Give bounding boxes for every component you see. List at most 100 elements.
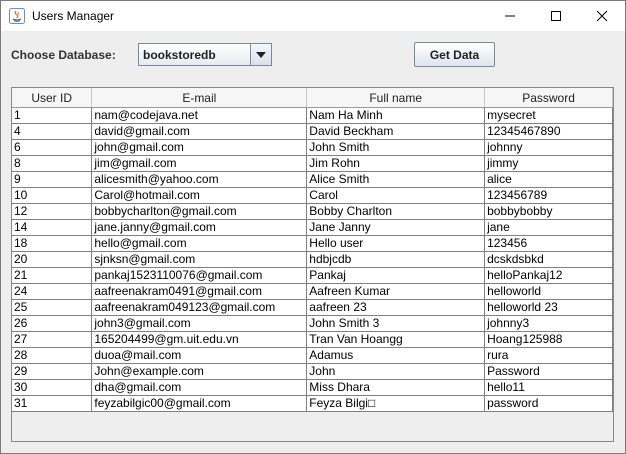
cell-password[interactable]: johnny3	[484, 315, 613, 332]
cell-user-id[interactable]: 31	[12, 395, 93, 412]
table-row[interactable]: 8 jim@gmail.com Jim Rohn jimmy	[12, 155, 613, 172]
cell-email[interactable]: feyzabilgic00@gmail.com	[91, 395, 308, 412]
cell-password[interactable]: helloworld 23	[484, 299, 613, 316]
cell-email[interactable]: john@gmail.com	[91, 139, 308, 156]
cell-user-id[interactable]: 12	[12, 203, 93, 220]
cell-user-id[interactable]: 9	[12, 171, 93, 188]
column-header-email[interactable]: E-mail	[91, 88, 308, 108]
users-table-scrollpane[interactable]: User ID E-mail Full name Password 1 nam@c…	[11, 87, 614, 442]
table-row[interactable]: 14 jane.janny@gmail.com Jane Janny jane	[12, 219, 613, 236]
cell-password[interactable]: 123456	[484, 235, 613, 252]
cell-email[interactable]: alicesmith@yahoo.com	[91, 171, 308, 188]
cell-user-id[interactable]: 26	[12, 315, 93, 332]
cell-email[interactable]: john3@gmail.com	[91, 315, 308, 332]
table-row[interactable]: 20 sjnksn@gmail.com hdbjcdb dcskdsbkd	[12, 251, 613, 268]
table-row[interactable]: 6 john@gmail.com John Smith johnny	[12, 139, 613, 156]
cell-email[interactable]: bobbycharlton@gmail.com	[91, 203, 308, 220]
cell-user-id[interactable]: 28	[12, 347, 93, 364]
cell-password[interactable]: helloPankaj12	[484, 267, 613, 284]
maximize-button[interactable]	[533, 1, 579, 31]
cell-email[interactable]: jane.janny@gmail.com	[91, 219, 308, 236]
table-row[interactable]: 30 dha@gmail.com Miss Dhara hello11	[12, 379, 613, 396]
table-row[interactable]: 25 aafreenakram049123@gmail.com aafreen 23…	[12, 299, 613, 316]
cell-email[interactable]: 165204499@gm.uit.edu.vn	[91, 331, 308, 348]
cell-password[interactable]: helloworld	[484, 283, 613, 300]
cell-user-id[interactable]: 25	[12, 299, 93, 316]
cell-password[interactable]: mysecret	[484, 107, 613, 124]
table-row[interactable]: 26 john3@gmail.com John Smith 3 johnny3	[12, 315, 613, 332]
cell-full-name[interactable]: Miss Dhara	[306, 379, 486, 396]
cell-full-name[interactable]: Carol	[306, 187, 486, 204]
cell-user-id[interactable]: 27	[12, 331, 93, 348]
table-row[interactable]: 31 feyzabilgic00@gmail.com Feyza Bilgi□ pas…	[12, 395, 613, 412]
cell-user-id[interactable]: 29	[12, 363, 93, 380]
cell-email[interactable]: Carol@hotmail.com	[91, 187, 308, 204]
cell-password[interactable]: rura	[484, 347, 613, 364]
close-button[interactable]	[579, 1, 625, 31]
table-row[interactable]: 18 hello@gmail.com Hello user 123456	[12, 235, 613, 252]
cell-full-name[interactable]: John	[306, 363, 486, 380]
cell-email[interactable]: jim@gmail.com	[91, 155, 308, 172]
cell-full-name[interactable]: Pankaj	[306, 267, 486, 284]
cell-full-name[interactable]: Hello user	[306, 235, 486, 252]
cell-user-id[interactable]: 30	[12, 379, 93, 396]
cell-full-name[interactable]: hdbjcdb	[306, 251, 486, 268]
table-row[interactable]: 10 Carol@hotmail.com Carol 123456789	[12, 187, 613, 204]
cell-full-name[interactable]: Feyza Bilgi□	[306, 395, 486, 412]
cell-full-name[interactable]: Jim Rohn	[306, 155, 486, 172]
cell-full-name[interactable]: John Smith 3	[306, 315, 486, 332]
cell-password[interactable]: alice	[484, 171, 613, 188]
cell-email[interactable]: david@gmail.com	[91, 123, 308, 140]
cell-full-name[interactable]: Bobby Charlton	[306, 203, 486, 220]
table-row[interactable]: 12 bobbycharlton@gmail.com Bobby Charlton b…	[12, 203, 613, 220]
cell-email[interactable]: hello@gmail.com	[91, 235, 308, 252]
cell-user-id[interactable]: 24	[12, 283, 93, 300]
cell-user-id[interactable]: 8	[12, 155, 93, 172]
cell-email[interactable]: aafreenakram049123@gmail.com	[91, 299, 308, 316]
cell-password[interactable]: dcskdsbkd	[484, 251, 613, 268]
cell-password[interactable]: bobbybobby	[484, 203, 613, 220]
cell-user-id[interactable]: 4	[12, 123, 93, 140]
table-row[interactable]: 29 John@example.com John Password	[12, 363, 613, 380]
cell-password[interactable]: jimmy	[484, 155, 613, 172]
table-row[interactable]: 21 pankaj1523110076@gmail.com Pankaj helloP…	[12, 267, 613, 284]
cell-full-name[interactable]: Alice Smith	[306, 171, 486, 188]
cell-email[interactable]: dha@gmail.com	[91, 379, 308, 396]
minimize-button[interactable]	[487, 1, 533, 31]
cell-password[interactable]: Hoang125988	[484, 331, 613, 348]
cell-user-id[interactable]: 21	[12, 267, 93, 284]
dropdown-button[interactable]	[250, 44, 271, 65]
cell-email[interactable]: John@example.com	[91, 363, 308, 380]
cell-password[interactable]: Password	[484, 363, 613, 380]
table-row[interactable]: 24 aafreenakram0491@gmail.com Aafreen Kuma…	[12, 283, 613, 300]
cell-email[interactable]: pankaj1523110076@gmail.com	[91, 267, 308, 284]
cell-full-name[interactable]: Aafreen Kumar	[306, 283, 486, 300]
column-header-full-name[interactable]: Full name	[306, 88, 486, 108]
cell-user-id[interactable]: 18	[12, 235, 93, 252]
cell-user-id[interactable]: 1	[12, 107, 93, 124]
cell-full-name[interactable]: Nam Ha Minh	[306, 107, 486, 124]
cell-full-name[interactable]: Tran Van Hoangg	[306, 331, 486, 348]
table-row[interactable]: 27 165204499@gm.uit.edu.vn Tran Van Hoangg…	[12, 331, 613, 348]
cell-password[interactable]: 123456789	[484, 187, 613, 204]
cell-user-id[interactable]: 10	[12, 187, 93, 204]
table-row[interactable]: 28 duoa@mail.com Adamus rura	[12, 347, 613, 364]
cell-user-id[interactable]: 20	[12, 251, 93, 268]
column-header-password[interactable]: Password	[484, 88, 613, 108]
cell-email[interactable]: sjnksn@gmail.com	[91, 251, 308, 268]
cell-email[interactable]: nam@codejava.net	[91, 107, 308, 124]
cell-email[interactable]: aafreenakram0491@gmail.com	[91, 283, 308, 300]
cell-full-name[interactable]: Adamus	[306, 347, 486, 364]
cell-email[interactable]: duoa@mail.com	[91, 347, 308, 364]
cell-password[interactable]: 12345467890	[484, 123, 613, 140]
table-row[interactable]: 1 nam@codejava.net Nam Ha Minh mysecret	[12, 107, 613, 124]
cell-password[interactable]: hello11	[484, 379, 613, 396]
get-data-button[interactable]: Get Data	[414, 42, 495, 67]
cell-user-id[interactable]: 14	[12, 219, 93, 236]
cell-password[interactable]: johnny	[484, 139, 613, 156]
cell-user-id[interactable]: 6	[12, 139, 93, 156]
cell-full-name[interactable]: David Beckham	[306, 123, 486, 140]
cell-full-name[interactable]: John Smith	[306, 139, 486, 156]
table-row[interactable]: 9 alicesmith@yahoo.com Alice Smith alice	[12, 171, 613, 188]
cell-full-name[interactable]: aafreen 23	[306, 299, 486, 316]
